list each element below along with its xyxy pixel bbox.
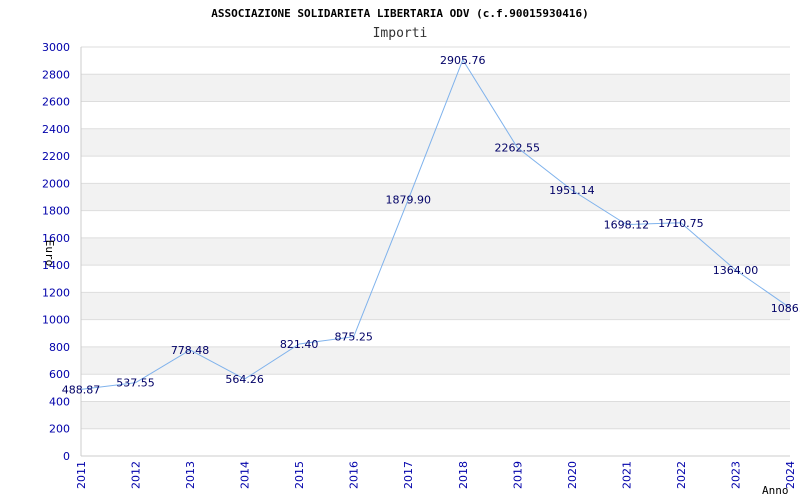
data-label: 1364.00 [713, 264, 759, 277]
data-label: 1710.75 [658, 217, 704, 230]
data-label: 2262.55 [495, 142, 541, 155]
chart-title: ASSOCIAZIONE SOLIDARIETA LIBERTARIA ODV … [211, 7, 589, 20]
data-label: 488.87 [62, 383, 101, 396]
data-label: 778.48 [171, 344, 210, 357]
x-tick-label: 2013 [184, 461, 197, 489]
grid-band [81, 401, 790, 429]
data-label: 821.40 [280, 338, 319, 351]
x-tick-label: 2023 [729, 461, 742, 489]
x-tick-label: 2015 [293, 461, 306, 489]
grid-band [81, 292, 790, 320]
x-tick-label: 2011 [75, 461, 88, 489]
y-axis-label: Euro [43, 240, 56, 267]
data-label: 1698.12 [604, 218, 650, 231]
y-tick-label: 2200 [42, 150, 70, 163]
x-tick-label: 2016 [348, 461, 361, 489]
data-label: 875.25 [334, 331, 373, 344]
x-tick-label: 2018 [457, 461, 470, 489]
grid-band [81, 183, 790, 211]
grid-band [81, 74, 790, 102]
y-tick-label: 1200 [42, 286, 70, 299]
y-tick-label: 200 [49, 423, 70, 436]
data-labels: 488.87 537.55 778.48 564.26 821.40 875.25 1879… [62, 54, 800, 397]
y-tick-label: 2400 [42, 123, 70, 136]
x-tick-label: 2020 [566, 461, 579, 489]
data-label: 564.26 [225, 373, 264, 386]
y-tick-label: 3000 [42, 41, 70, 54]
data-label: 537.55 [116, 377, 155, 390]
x-tick-label: 2022 [675, 461, 688, 489]
data-label: 1086.7 [771, 302, 800, 315]
data-label: 1879.90 [385, 194, 431, 207]
data-label: 2905.76 [440, 54, 486, 67]
y-tick-label: 2000 [42, 177, 70, 190]
x-tick-label: 2017 [402, 461, 415, 489]
y-tick-label: 0 [63, 450, 70, 463]
x-tick-label: 2021 [620, 461, 633, 489]
y-tick-label: 1800 [42, 205, 70, 218]
grid-band [81, 128, 790, 157]
grid-bands [81, 74, 790, 429]
grid-band [81, 237, 790, 266]
x-tick-label: 2012 [130, 461, 143, 489]
chart-subtitle: Importi [373, 26, 428, 41]
data-label: 1951.14 [549, 184, 595, 197]
y-tick-label: 2600 [42, 96, 70, 109]
y-tick-label: 800 [49, 341, 70, 354]
y-tick-label: 2800 [42, 68, 70, 81]
y-tick-label: 600 [49, 368, 70, 381]
y-tick-label: 1000 [42, 314, 70, 327]
x-axis-label: Anno [762, 484, 789, 497]
x-tick-label: 2014 [239, 461, 252, 489]
x-tick-label: 2019 [511, 461, 524, 489]
x-axis-ticks: 2011 2012 2013 2014 2015 2016 2017 2018 2019 2020… [75, 461, 797, 489]
y-tick-label: 400 [49, 395, 70, 408]
line-chart: ASSOCIAZIONE SOLIDARIETA LIBERTARIA ODV … [42, 7, 800, 497]
